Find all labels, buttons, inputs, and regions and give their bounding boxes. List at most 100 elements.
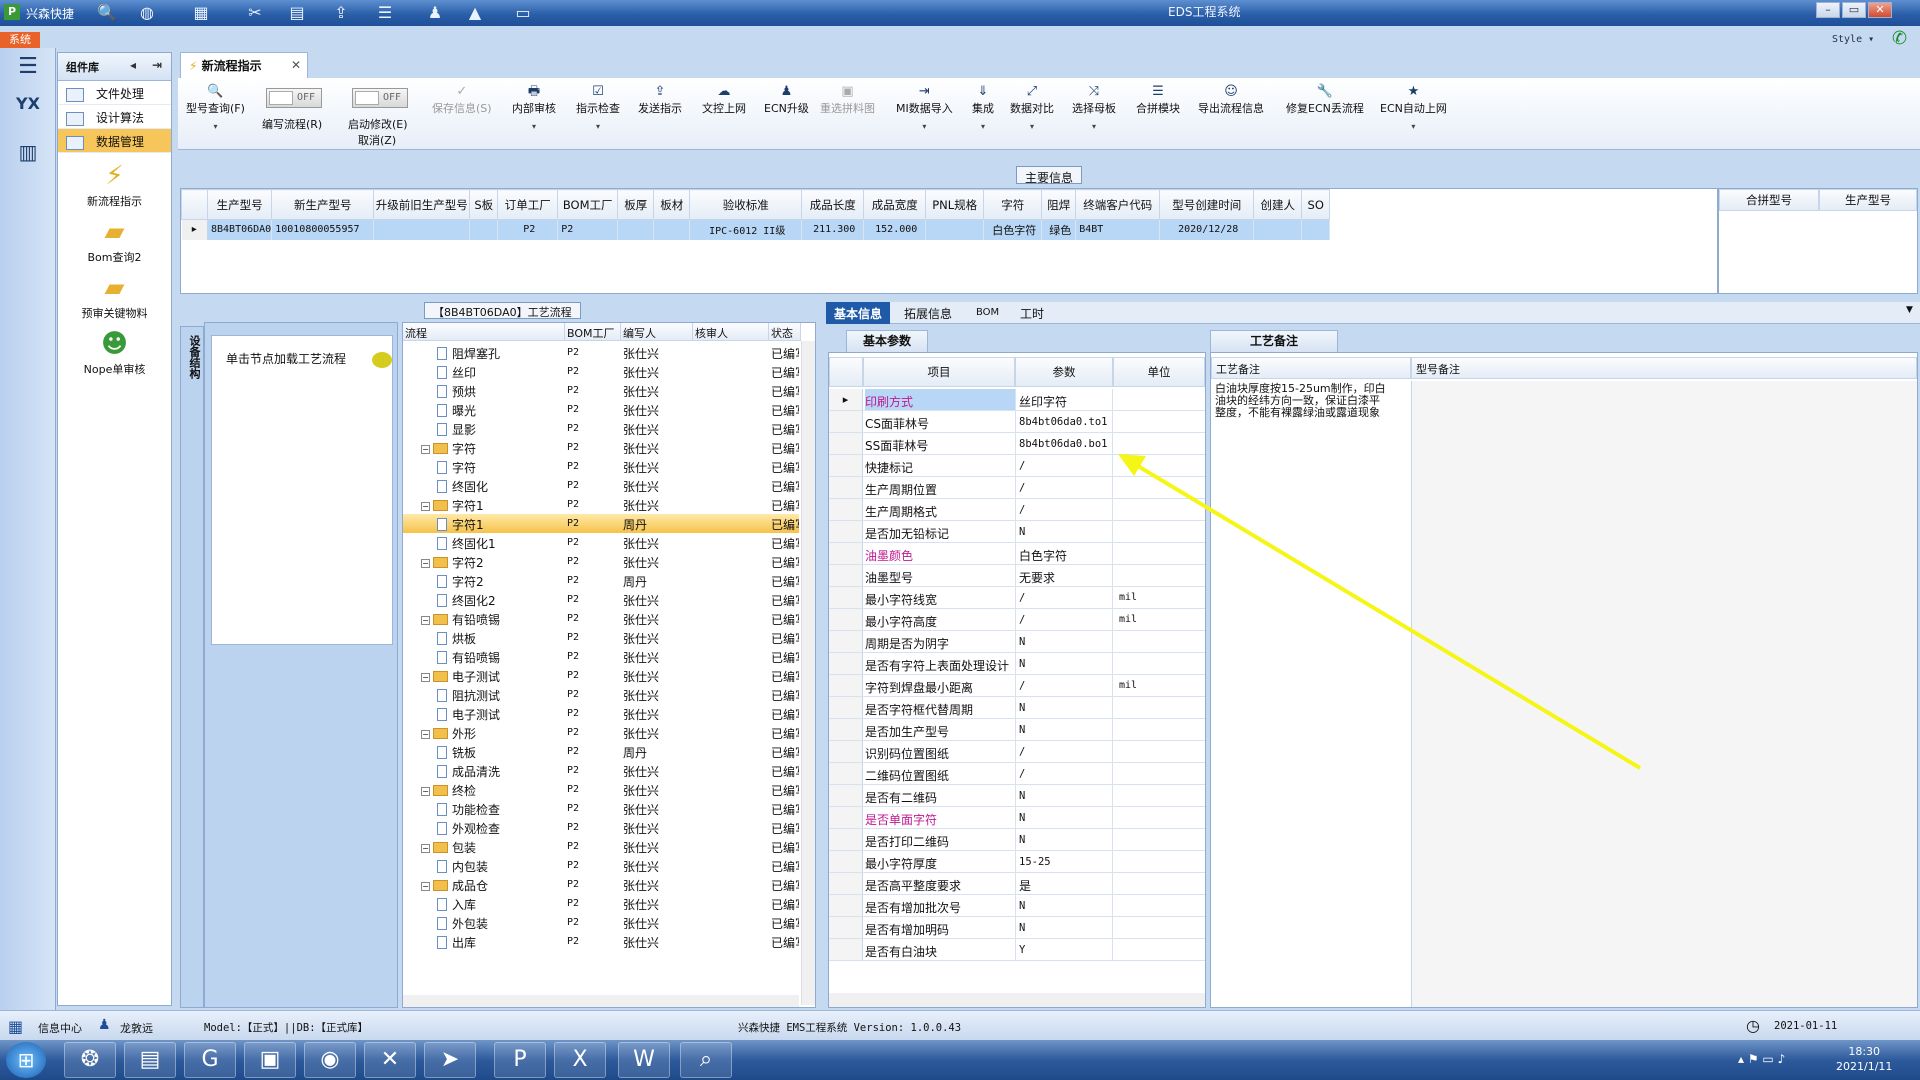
minimize-button[interactable]: – xyxy=(1816,2,1840,18)
style-dropdown[interactable]: Style ▾ xyxy=(1832,34,1874,45)
ecn-auto-online-button[interactable]: ★ ECN自动上网 ▾ xyxy=(1380,84,1447,131)
basic-params-tab[interactable]: 基本参数 xyxy=(846,330,928,352)
param-value[interactable]: 8b4bt06da0.to1 xyxy=(1019,416,1108,428)
param-value[interactable]: / xyxy=(1019,768,1025,780)
tree-leaf-node[interactable]: 预烘 P2 张仕兴 已编写 xyxy=(403,381,799,400)
tree-folder-node[interactable]: − 有铅喷锡 P2 张仕兴 已编写 xyxy=(403,609,799,628)
write-process-toggle[interactable]: OFF xyxy=(266,88,322,108)
close-tab-icon[interactable]: ✕ xyxy=(291,58,301,72)
param-value[interactable]: N xyxy=(1019,834,1025,846)
nav-item-data-management[interactable]: 数据管理 xyxy=(58,129,171,153)
param-value[interactable]: / xyxy=(1019,504,1025,516)
param-value[interactable]: N xyxy=(1019,812,1025,824)
tree-vertical-scrollbar[interactable] xyxy=(801,341,815,1005)
collapse-toggle-icon[interactable]: − xyxy=(421,730,430,739)
tree-leaf-node[interactable]: 字符 P2 张仕兴 已编写 xyxy=(403,457,799,476)
system-tray[interactable]: ▴ ⚑ ▭ ♪ xyxy=(1738,1052,1785,1066)
param-value[interactable]: N xyxy=(1019,636,1025,648)
list-icon[interactable]: ☰ xyxy=(374,2,396,24)
chevron-down-icon[interactable]: ▼ xyxy=(1898,302,1920,324)
column-header[interactable]: 新生产型号 xyxy=(271,189,375,220)
tree-leaf-node[interactable]: 字符2 P2 周丹 已编写 xyxy=(403,571,799,590)
column-header[interactable]: 单位 xyxy=(1113,357,1205,387)
save-info-button[interactable]: ✓ 保存信息(S) xyxy=(432,84,492,116)
collapse-toggle-icon[interactable]: − xyxy=(421,882,430,891)
column-header[interactable]: SO xyxy=(1301,189,1331,220)
user-icon[interactable]: ♟ xyxy=(424,2,446,24)
param-value[interactable]: 15-25 xyxy=(1019,856,1051,868)
param-value[interactable]: N xyxy=(1019,922,1025,934)
collapse-toggle-icon[interactable]: − xyxy=(421,445,430,454)
param-value[interactable]: 无要求 xyxy=(1019,569,1055,586)
nav-nope-review[interactable]: ☻ Nope单审核 xyxy=(58,327,171,377)
tree-folder-node[interactable]: − 成品仓 P2 张仕兴 已编写 xyxy=(403,875,799,894)
param-value[interactable]: N xyxy=(1019,702,1025,714)
process-notes-tab[interactable]: 工艺备注 xyxy=(1210,330,1338,352)
column-header[interactable]: 字符 xyxy=(983,189,1043,220)
tab-work-hours[interactable]: 工时 xyxy=(1012,302,1052,324)
model-query-button[interactable]: 🔍 型号查询(F) ▾ xyxy=(186,84,245,131)
taskbar-clock[interactable]: 18:30 2021/1/11 xyxy=(1836,1044,1892,1074)
column-header[interactable]: PNL规格 xyxy=(925,189,985,220)
chart-icon[interactable]: ▲ xyxy=(464,2,486,24)
grid-icon[interactable]: ▦ xyxy=(8,1017,23,1036)
taskbar-app-shell-icon[interactable]: ❂ xyxy=(64,1042,116,1078)
taskbar-bird-icon[interactable]: ➤ xyxy=(424,1042,476,1078)
param-value[interactable]: 是 xyxy=(1019,877,1031,894)
column-header[interactable]: 成品长度 xyxy=(801,189,865,220)
column-header[interactable]: 板厚 xyxy=(617,189,655,220)
column-header[interactable]: 创建人 xyxy=(1253,189,1303,220)
internal-review-button[interactable]: 🖶 内部审核 ▾ xyxy=(512,84,556,131)
collapse-toggle-icon[interactable]: − xyxy=(421,502,430,511)
column-header[interactable]: 工艺备注 xyxy=(1211,357,1411,379)
doc-control-online-button[interactable]: ☁ 文控上网 xyxy=(702,84,746,116)
param-value[interactable]: / xyxy=(1019,482,1025,494)
tree-leaf-node[interactable]: 入库 P2 张仕兴 已编写 xyxy=(403,894,799,913)
repair-ecn-button[interactable]: 🔧 修复ECN丢流程 xyxy=(1286,84,1364,116)
integrate-button[interactable]: ⇓ 集成 ▾ xyxy=(972,84,994,131)
process-hint-box[interactable]: 单击节点加载工艺流程 xyxy=(211,335,393,645)
column-header[interactable]: 状态 xyxy=(769,323,801,341)
process-note-text[interactable]: 白油块厚度按15-25um制作，印白油块的经纬方向一致，保证白漆平整度，不能有裸… xyxy=(1215,383,1389,419)
start-button[interactable]: ⊞ xyxy=(6,1042,46,1078)
globe-icon[interactable]: ◍ xyxy=(136,2,158,24)
tree-leaf-node[interactable]: 丝印 P2 张仕兴 已编写 xyxy=(403,362,799,381)
taskbar-eye-icon[interactable]: ◉ xyxy=(304,1042,356,1078)
reselect-material-button[interactable]: ▣ 重选拼料图 xyxy=(820,84,875,116)
column-header[interactable]: 型号备注 xyxy=(1411,357,1917,379)
param-row[interactable]: 是否打印二维码 N xyxy=(829,829,1205,851)
tree-folder-node[interactable]: − 字符2 P2 张仕兴 已编写 xyxy=(403,552,799,571)
tree-leaf-node[interactable]: 阻焊塞孔 P2 张仕兴 已编写 xyxy=(403,343,799,362)
table-row[interactable]: ▸ 8B4BT06DA0 10010800055957 P2 P2 IPC-60… xyxy=(181,219,1331,240)
dropdown-icon[interactable]: ▾ xyxy=(186,122,245,131)
taskbar-excel-icon[interactable]: X xyxy=(554,1042,606,1078)
system-tab[interactable]: 系统 xyxy=(0,32,40,48)
tree-leaf-node[interactable]: 终固化2 P2 张仕兴 已编写 xyxy=(403,590,799,609)
select-mother-board-button[interactable]: ⤨ 选择母板 ▾ xyxy=(1072,84,1116,131)
param-value[interactable]: N xyxy=(1019,658,1025,670)
tab-basic-info[interactable]: 基本信息 xyxy=(826,302,891,324)
param-value[interactable]: 白色字符 xyxy=(1019,547,1067,564)
tree-folder-node[interactable]: − 外形 P2 张仕兴 已编写 xyxy=(403,723,799,742)
nav-item-file-processing[interactable]: 文件处理 xyxy=(58,81,171,105)
param-row[interactable]: 是否高平整度要求 是 xyxy=(829,873,1205,895)
param-value[interactable]: N xyxy=(1019,526,1025,538)
param-row[interactable]: 是否有增加明码 N xyxy=(829,917,1205,939)
maximize-button[interactable]: ▭ xyxy=(1842,2,1866,18)
dropdown-icon[interactable]: ▾ xyxy=(1072,122,1116,131)
column-header[interactable]: 项目 xyxy=(863,357,1015,387)
column-header[interactable]: 升级前旧生产型号 xyxy=(373,189,471,220)
film-icon[interactable]: ▤ xyxy=(286,2,308,24)
param-value[interactable]: N xyxy=(1019,790,1025,802)
dropdown-icon[interactable]: ▾ xyxy=(972,122,994,131)
tab-new-process[interactable]: ⚡ 新流程指示 ✕ xyxy=(180,52,308,78)
tree-leaf-node[interactable]: 阻抗测试 P2 张仕兴 已编写 xyxy=(403,685,799,704)
column-header[interactable]: 成品宽度 xyxy=(863,189,927,220)
tree-leaf-node[interactable]: 显影 P2 张仕兴 已编写 xyxy=(403,419,799,438)
tree-leaf-node[interactable]: 功能检查 P2 张仕兴 已编写 xyxy=(403,799,799,818)
param-value[interactable]: / xyxy=(1019,592,1025,604)
param-row[interactable]: 是否有增加批次号 N xyxy=(829,895,1205,917)
machine-icon[interactable]: ▥ xyxy=(8,140,48,172)
nav-pre-review[interactable]: ▰ 预审关键物料 xyxy=(58,271,171,321)
dropdown-icon[interactable]: ▾ xyxy=(512,122,556,131)
